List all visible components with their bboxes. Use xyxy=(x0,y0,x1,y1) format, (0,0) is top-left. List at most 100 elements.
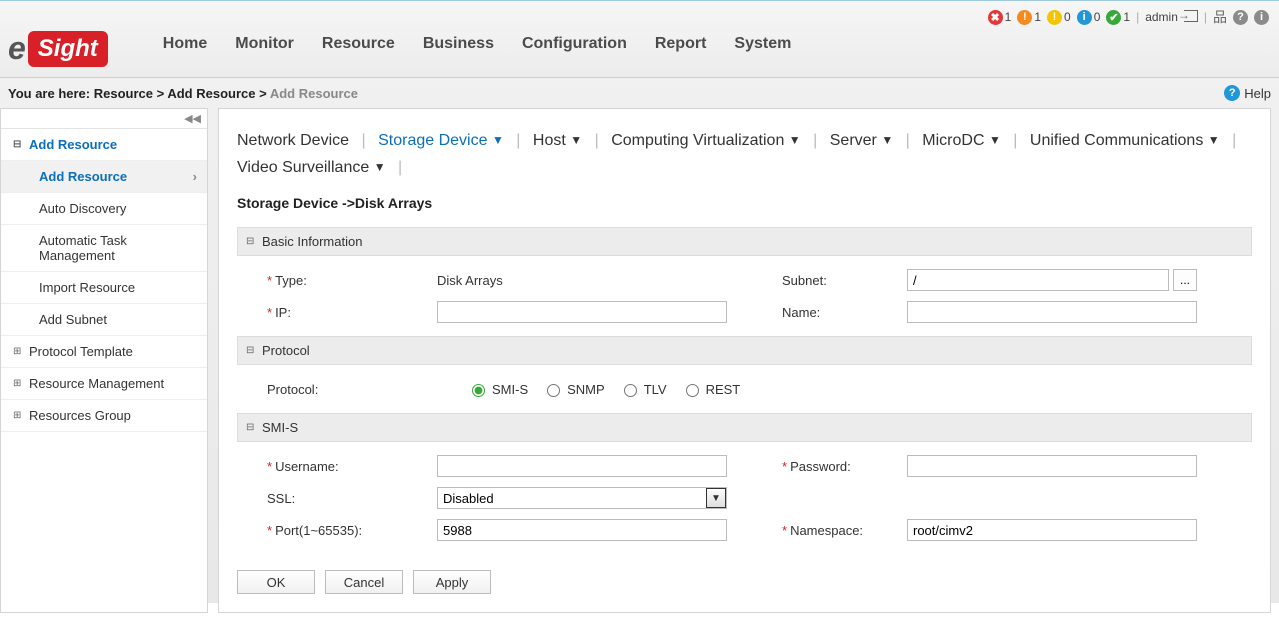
sidebar-label: Add Resource xyxy=(39,169,127,184)
status-info[interactable]: i 0 xyxy=(1077,10,1101,25)
ssl-label: SSL: xyxy=(267,491,295,506)
chevron-down-icon: ▼ xyxy=(881,133,893,147)
tab-label: MicroDC xyxy=(922,132,984,149)
ip-input[interactable] xyxy=(437,301,727,323)
critical-count: 1 xyxy=(1005,10,1012,24)
tab-unified-communications[interactable]: Unified Communications ▼ xyxy=(1030,132,1224,149)
main-nav: Home Monitor Resource Business Configura… xyxy=(163,35,792,65)
subnet-browse-button[interactable]: ... xyxy=(1173,269,1197,291)
major-icon: ! xyxy=(1017,10,1032,25)
nav-system[interactable]: System xyxy=(734,35,791,65)
namespace-input[interactable] xyxy=(907,519,1197,541)
help-top-icon[interactable]: ? xyxy=(1233,10,1248,25)
nav-resource[interactable]: Resource xyxy=(322,35,395,65)
collapse-icon: ⊟ xyxy=(246,236,256,247)
radio-smis-input[interactable] xyxy=(472,384,485,397)
status-major[interactable]: ! 1 xyxy=(1017,10,1041,25)
about-icon[interactable]: i xyxy=(1254,10,1269,25)
chevron-down-icon: ▼ xyxy=(570,133,582,147)
breadcrumb-p2[interactable]: Add Resource xyxy=(167,86,255,101)
sidebar: ◀◀ ⊟ Add Resource Add Resource › Auto Di… xyxy=(0,108,208,613)
chevron-down-icon: ▼ xyxy=(492,133,504,147)
sidebar-item-add-subnet[interactable]: Add Subnet xyxy=(1,304,207,336)
status-ok[interactable]: ✔ 1 xyxy=(1106,10,1130,25)
name-input[interactable] xyxy=(907,301,1197,323)
tab-network-device[interactable]: Network Device xyxy=(237,132,349,149)
tab-host[interactable]: Host ▼ xyxy=(533,132,587,149)
status-minor[interactable]: ! 0 xyxy=(1047,10,1071,25)
section-smis-header[interactable]: ⊟ SMI-S xyxy=(237,413,1252,442)
sidebar-item-add-resource-child[interactable]: Add Resource › xyxy=(1,161,207,193)
tab-computing-virtualization[interactable]: Computing Virtualization ▼ xyxy=(611,132,805,149)
logo-nav-wrap: eSight Home Monitor Resource Business Co… xyxy=(8,1,791,77)
chevron-down-icon: ▼ xyxy=(1208,133,1220,147)
radio-tlv-input[interactable] xyxy=(624,384,637,397)
sidebar-item-protocol-template[interactable]: ⊞ Protocol Template xyxy=(1,336,207,368)
radio-tlv[interactable]: TLV xyxy=(619,381,667,397)
top-header: eSight Home Monitor Resource Business Co… xyxy=(0,0,1279,78)
username-input[interactable] xyxy=(437,455,727,477)
radio-smis[interactable]: SMI-S xyxy=(467,381,528,397)
topology-icon[interactable]: 品 xyxy=(1213,7,1227,27)
info-icon: i xyxy=(1077,10,1092,25)
port-input[interactable] xyxy=(437,519,727,541)
workspace: ◀◀ ⊟ Add Resource Add Resource › Auto Di… xyxy=(0,108,1279,621)
tab-label: Host xyxy=(533,132,566,149)
tab-microdc[interactable]: MicroDC ▼ xyxy=(922,132,1005,149)
section-title: SMI-S xyxy=(262,420,298,435)
nav-report[interactable]: Report xyxy=(655,35,707,65)
button-row: OK Cancel Apply xyxy=(237,570,1252,594)
logout-icon[interactable] xyxy=(1184,10,1198,25)
radio-label: TLV xyxy=(644,382,667,397)
radio-rest-input[interactable] xyxy=(686,384,699,397)
sidebar-collapse[interactable]: ◀◀ xyxy=(1,109,207,129)
expand-icon: ⊞ xyxy=(13,378,23,389)
sidebar-label: Resource Management xyxy=(29,376,164,391)
ssl-select[interactable] xyxy=(437,487,727,509)
cancel-button[interactable]: Cancel xyxy=(325,570,403,594)
port-label: Port(1~65535): xyxy=(275,523,362,538)
ssl-dropdown-button[interactable]: ▼ xyxy=(706,488,726,508)
apply-button[interactable]: Apply xyxy=(413,570,491,594)
radio-label: REST xyxy=(706,382,741,397)
sidebar-item-resource-management[interactable]: ⊞ Resource Management xyxy=(1,368,207,400)
tab-video-surveillance[interactable]: Video Surveillance ▼ xyxy=(237,159,390,176)
content-breadcrumb: Storage Device ->Disk Arrays xyxy=(237,195,1252,211)
help-link[interactable]: ? Help xyxy=(1224,85,1271,101)
expand-icon: ⊞ xyxy=(13,346,23,357)
nav-monitor[interactable]: Monitor xyxy=(235,35,294,65)
divider: | xyxy=(1136,10,1139,24)
sidebar-item-resources-group[interactable]: ⊞ Resources Group xyxy=(1,400,207,432)
sidebar-item-import-resource[interactable]: Import Resource xyxy=(1,272,207,304)
tab-storage-device[interactable]: Storage Device ▼ xyxy=(378,132,508,149)
ok-icon: ✔ xyxy=(1106,10,1121,25)
nav-business[interactable]: Business xyxy=(423,35,494,65)
sidebar-item-auto-discovery[interactable]: Auto Discovery xyxy=(1,193,207,225)
nav-home[interactable]: Home xyxy=(163,35,207,65)
type-value: Disk Arrays xyxy=(437,273,503,288)
tab-label: Video Surveillance xyxy=(237,159,369,176)
tab-server[interactable]: Server ▼ xyxy=(830,132,898,149)
sidebar-label: Automatic Task Management xyxy=(39,233,197,263)
sidebar-label: Import Resource xyxy=(39,280,135,295)
breadcrumb-prefix: You are here: xyxy=(8,86,94,101)
section-protocol-header[interactable]: ⊟ Protocol xyxy=(237,336,1252,365)
section-basic-header[interactable]: ⊟ Basic Information xyxy=(237,227,1252,256)
nav-configuration[interactable]: Configuration xyxy=(522,35,627,65)
radio-rest[interactable]: REST xyxy=(681,381,741,397)
current-user[interactable]: admin xyxy=(1145,10,1178,24)
status-critical[interactable]: ✖ 1 xyxy=(988,10,1012,25)
radio-snmp[interactable]: SNMP xyxy=(542,381,605,397)
password-label: Password: xyxy=(790,459,851,474)
password-input[interactable] xyxy=(907,455,1197,477)
sidebar-item-auto-task[interactable]: Automatic Task Management xyxy=(1,225,207,272)
chevron-down-icon: ▼ xyxy=(789,133,801,147)
ok-button[interactable]: OK xyxy=(237,570,315,594)
breadcrumb-p1[interactable]: Resource xyxy=(94,86,153,101)
subcrumb-a: Storage Device -> xyxy=(237,195,355,211)
minor-icon: ! xyxy=(1047,10,1062,25)
sidebar-item-add-resource[interactable]: ⊟ Add Resource xyxy=(1,129,207,161)
subnet-input[interactable] xyxy=(907,269,1169,291)
chevron-down-icon: ▼ xyxy=(374,160,386,174)
radio-snmp-input[interactable] xyxy=(547,384,560,397)
